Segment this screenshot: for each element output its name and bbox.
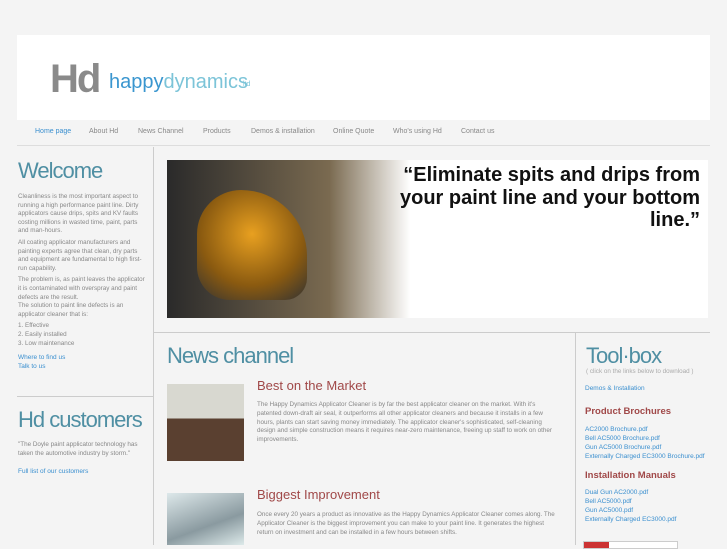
divider [17, 396, 153, 397]
brochure-link[interactable]: Bell AC5000 Brochure.pdf [585, 434, 705, 443]
news-item-title[interactable]: Best on the Market [257, 378, 366, 393]
welcome-list-item: 2. Easily installed [18, 330, 67, 338]
logo-ltd: ltd [243, 81, 251, 88]
customers-quote: "The Doyle paint applicator technology h… [18, 441, 138, 457]
manual-link[interactable]: Dual Gun AC2000.pdf [585, 488, 676, 497]
manual-list: Dual Gun AC2000.pdf Bell AC5000.pdf Gun … [585, 488, 676, 524]
logo-happy: happy [109, 71, 164, 93]
nav-demos[interactable]: Demos & installation [251, 128, 315, 135]
welcome-text: Cleanliness is the most important aspect… [18, 193, 148, 371]
logo-name: happydynamics [109, 71, 248, 94]
nav-products[interactable]: Products [203, 128, 231, 135]
brochure-link[interactable]: Externally Charged EC3000 Brochure.pdf [585, 452, 705, 461]
hero-banner: “Eliminate spits and drips from your pai… [167, 160, 708, 318]
news-item-text: Once every 20 years a product as innovat… [257, 511, 555, 536]
car-image [197, 190, 307, 300]
banner-quote: “Eliminate spits and drips from your pai… [400, 164, 700, 231]
toolbox-title: Tool·box [586, 343, 662, 368]
brochure-link[interactable]: Gun AC5000 Brochure.pdf [585, 443, 705, 452]
logo-dynamics: dynamics [163, 71, 248, 93]
news-item-title[interactable]: Biggest Improvement [257, 487, 380, 502]
manual-link[interactable]: Gun AC5000.pdf [585, 506, 676, 515]
customers-title: Hd customers [18, 407, 143, 432]
brochures-title: Product Brochures [585, 406, 672, 417]
improvement-image [167, 493, 244, 545]
nav-contact[interactable]: Contact us [461, 128, 494, 135]
welcome-title: Welcome [18, 158, 103, 183]
divider [153, 147, 154, 545]
welcome-p4: The solution to paint line defects is an… [18, 302, 124, 318]
talk-to-us-link[interactable]: Talk to us [18, 362, 148, 371]
customers-link[interactable]: Full list of our customers [18, 467, 88, 476]
badge [583, 541, 678, 549]
toolbox-hint: ( click on the links below to download ) [586, 368, 694, 375]
manual-link[interactable]: Externally Charged EC3000.pdf [585, 515, 676, 524]
header: Hd happydynamics ltd [17, 35, 710, 120]
manuals-title: Installation Manuals [585, 470, 676, 481]
where-to-find-us-link[interactable]: Where to find us [18, 353, 148, 362]
divider [154, 332, 710, 333]
welcome-p1: Cleanliness is the most important aspect… [18, 193, 139, 235]
divider [575, 333, 576, 545]
nav-quote[interactable]: Online Quote [333, 128, 374, 135]
welcome-p3: The problem is, as paint leaves the appl… [18, 276, 145, 301]
logo-hd: Hd [50, 57, 101, 101]
demos-installation-link[interactable]: Demos & Installation [585, 384, 645, 393]
welcome-list-item: 1. Effective [18, 322, 50, 330]
news-title: News channel [167, 343, 294, 368]
news-item-text: The Happy Dynamics Applicator Cleaner is… [257, 401, 552, 444]
main-nav: Home page About Hd News Channel Products… [17, 121, 710, 146]
brochure-list: AC2000 Brochure.pdf Bell AC5000 Brochure… [585, 425, 705, 461]
nav-news[interactable]: News Channel [138, 128, 184, 135]
manual-link[interactable]: Bell AC5000.pdf [585, 497, 676, 506]
nav-whos-using[interactable]: Who's using Hd [393, 128, 442, 135]
welcome-list-item: 3. Low maintenance [18, 339, 75, 347]
nav-about[interactable]: About Hd [89, 128, 118, 135]
welcome-p2: All coating applicator manufacturers and… [18, 238, 142, 272]
brochure-link[interactable]: AC2000 Brochure.pdf [585, 425, 705, 434]
applicator-cleaner-image [167, 384, 244, 461]
nav-home[interactable]: Home page [35, 128, 71, 135]
